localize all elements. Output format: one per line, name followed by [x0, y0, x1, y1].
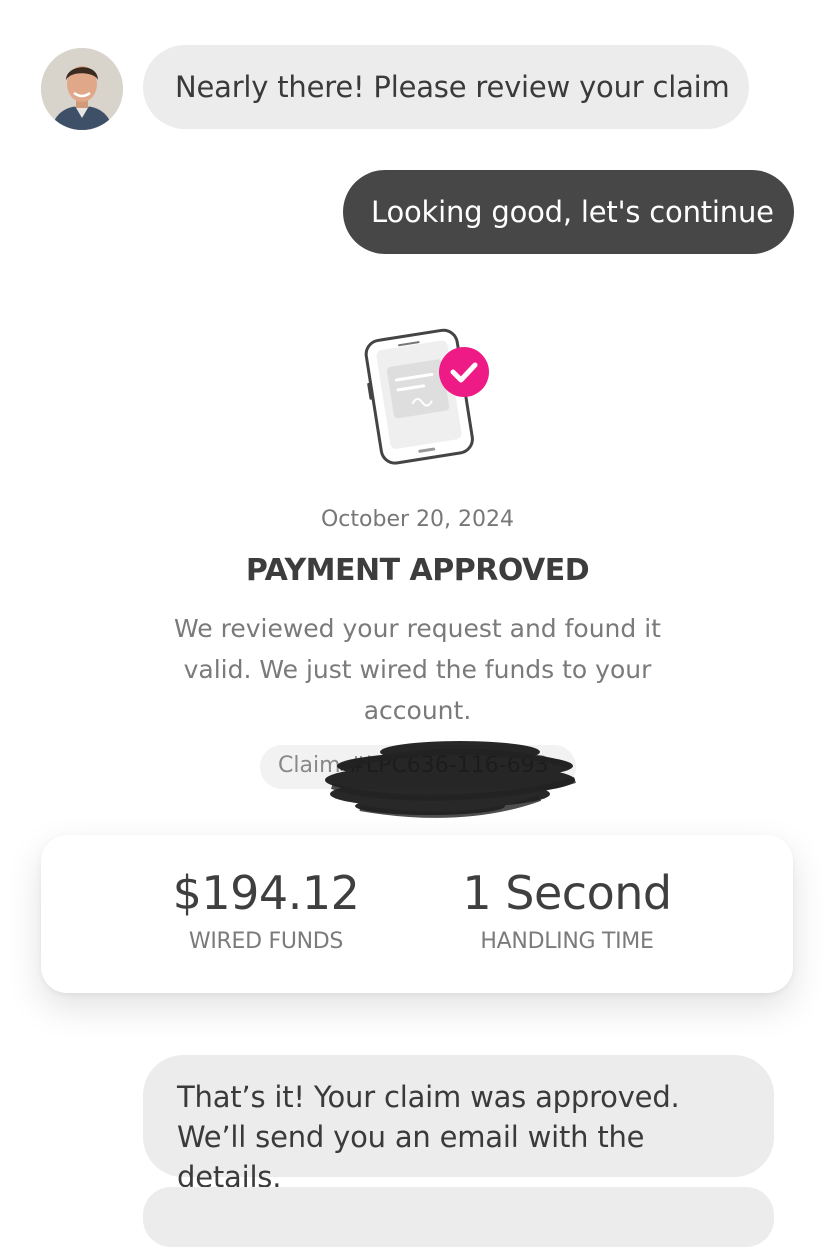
approval-description: We reviewed your request and found it va… [174, 614, 661, 725]
handling-time-stat: 1 Second HANDLING TIME [437, 865, 697, 954]
phone-check-icon [355, 325, 495, 469]
page-title: PAYMENT APPROVED [245, 553, 590, 588]
handling-time-value: 1 Second [462, 866, 672, 920]
agent-message-bubble: Nearly there! Please review your claim [143, 45, 749, 129]
agent-message-text: Nearly there! Please review your claim [175, 70, 730, 104]
user-message-bubble: Looking good, let's continue [343, 170, 794, 254]
approval-date: October 20, 2024 [320, 507, 514, 532]
wired-funds-label: WIRED FUNDS [188, 929, 344, 954]
agent-avatar [41, 48, 123, 130]
wired-funds-value: $194.12 [172, 866, 360, 920]
check-badge-icon [439, 347, 489, 397]
wired-funds-stat: $194.12 WIRED FUNDS [136, 865, 396, 954]
claim-summary-card: $194.12 WIRED FUNDS 1 Second HANDLING TI… [41, 835, 793, 993]
handling-time-label: HANDLING TIME [480, 929, 654, 954]
agent-photo [41, 48, 123, 130]
agent-message-bubble-2: That’s it! Your claim was approved. We’l… [143, 1055, 774, 1194]
agent-message-bubble-3 [143, 1187, 774, 1247]
agent-message-text-2: That’s it! Your claim was approved. We’l… [177, 1080, 680, 1194]
user-message-text: Looking good, let's continue [371, 195, 774, 229]
redaction-scribble [320, 728, 590, 832]
